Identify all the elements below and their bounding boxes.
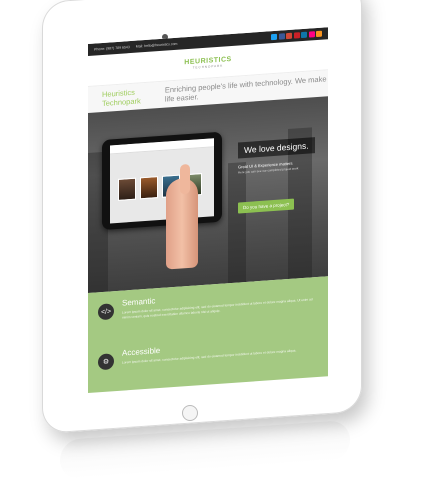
social-links bbox=[271, 30, 322, 41]
finger-image bbox=[180, 163, 190, 195]
hero-section: We love designs. Great UI & Experience m… bbox=[88, 96, 328, 294]
city-building bbox=[228, 161, 246, 284]
hero-tablet-navbar bbox=[110, 138, 214, 155]
features-section: </> Semantic Lorem ipsum dolor sit amet,… bbox=[88, 276, 328, 393]
portrait-photo bbox=[140, 176, 158, 200]
twitter-icon[interactable] bbox=[271, 33, 277, 41]
website-screen: Phone: (987) 789 6543 Mail: hello@heuris… bbox=[88, 27, 328, 395]
pinterest-icon[interactable] bbox=[293, 32, 300, 39]
email-text[interactable]: Mail: hello@heuristics.com bbox=[136, 42, 178, 49]
hero-tablet-image bbox=[102, 131, 222, 231]
tagline-brand: Heuristics Technopark bbox=[102, 87, 141, 109]
rss-icon[interactable] bbox=[316, 30, 322, 38]
feature-title: Accessible bbox=[122, 345, 161, 358]
hero-tablet-screen bbox=[110, 138, 214, 224]
flickr-icon[interactable] bbox=[308, 31, 315, 38]
portrait-photo bbox=[118, 177, 136, 201]
project-cta-button[interactable]: Do you have a project? bbox=[238, 198, 295, 214]
feature-title: Semantic bbox=[122, 296, 156, 308]
google-plus-icon[interactable] bbox=[286, 32, 292, 40]
code-icon: </> bbox=[98, 303, 114, 321]
linkedin-icon[interactable] bbox=[301, 31, 307, 39]
site-logo-sub: TECHNOPARK bbox=[192, 63, 224, 70]
phone-text: Phone: (987) 789 6543 bbox=[94, 45, 130, 52]
facebook-icon[interactable] bbox=[278, 33, 285, 40]
home-button[interactable] bbox=[182, 405, 198, 421]
gear-icon: ⚙ bbox=[98, 353, 114, 371]
